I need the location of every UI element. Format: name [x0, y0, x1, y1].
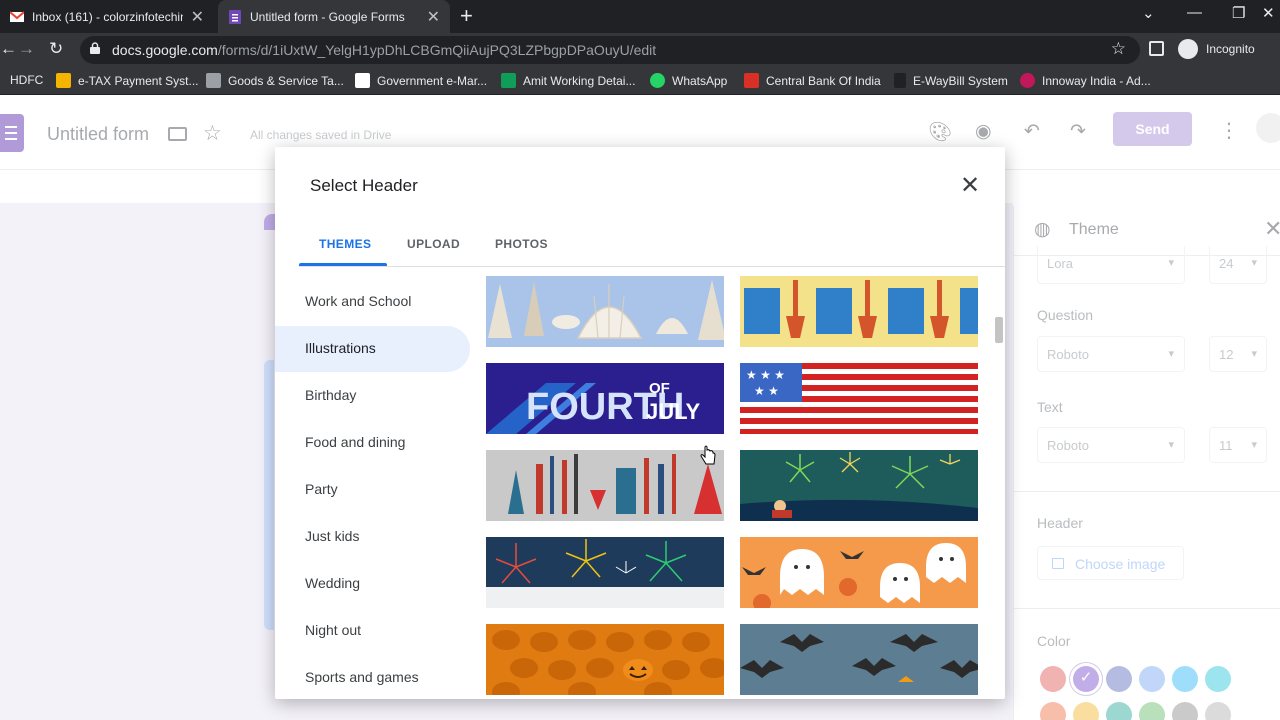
- address-bar[interactable]: docs.google.com/forms/d/1iUxtW_YelgH1ypD…: [80, 36, 1140, 64]
- header-tile-bats[interactable]: [740, 624, 978, 695]
- bookmark-ewaybill[interactable]: E-WayBill System: [894, 73, 1008, 88]
- tab-search-icon[interactable]: ⌄: [1142, 4, 1155, 22]
- bookmark-favicon: [206, 73, 221, 88]
- minimize-button[interactable]: —: [1187, 4, 1202, 21]
- url-host: docs.google.com: [112, 42, 218, 58]
- whatsapp-icon: [650, 73, 665, 88]
- tab-upload[interactable]: UPLOAD: [407, 237, 460, 251]
- tile-text-of: OF: [649, 380, 670, 397]
- tab-google-forms[interactable]: Untitled form - Google Forms ✕: [218, 0, 450, 33]
- bookmark-favicon: [56, 73, 71, 88]
- incognito-profile[interactable]: Incognito: [1178, 39, 1255, 59]
- category-sports-and-games[interactable]: Sports and games: [275, 655, 470, 699]
- category-work-and-school[interactable]: Work and School: [275, 279, 470, 325]
- header-tile-american-flag[interactable]: ★ ★ ★ ★ ★: [740, 363, 978, 434]
- bookmark-gem[interactable]: Government e-Mar...: [355, 73, 487, 88]
- tab-title: Untitled form - Google Forms: [250, 9, 405, 24]
- category-wedding[interactable]: Wedding: [275, 561, 470, 607]
- bookmark-favicon: [744, 73, 759, 88]
- header-tile-sand-buckets[interactable]: [740, 276, 978, 347]
- incognito-icon: [1178, 39, 1198, 59]
- select-header-dialog: Select Header ✕ THEMES UPLOAD PHOTOS Wor…: [275, 147, 1005, 699]
- category-birthday[interactable]: Birthday: [275, 373, 470, 419]
- category-party[interactable]: Party: [275, 467, 470, 513]
- new-tab-button[interactable]: +: [460, 3, 473, 29]
- tab-inbox[interactable]: Inbox (161) - colorzinfotechindia ✕: [0, 0, 214, 33]
- header-tile-fireworks-beach[interactable]: [740, 450, 978, 521]
- bookmark-hdfc[interactable]: HDFC: [10, 73, 43, 87]
- lock-icon: [90, 42, 100, 54]
- incognito-label: Incognito: [1206, 42, 1255, 56]
- tab-photos[interactable]: PHOTOS: [495, 237, 548, 251]
- header-tile-ghosts[interactable]: [740, 537, 978, 608]
- bookmark-star-icon[interactable]: ☆: [1111, 39, 1126, 59]
- tab-title: Inbox (161) - colorzinfotechindia: [32, 9, 183, 24]
- header-tile-pumpkins[interactable]: [486, 624, 724, 695]
- bookmark-etax[interactable]: e-TAX Payment Syst...: [56, 73, 198, 88]
- divider: [299, 266, 1005, 267]
- header-tile-firecrackers[interactable]: [486, 450, 724, 521]
- bookmark-gst[interactable]: Goods & Service Ta...: [206, 73, 344, 88]
- bookmark-innoway[interactable]: Innoway India - Ad...: [1020, 73, 1151, 88]
- back-icon[interactable]: ←: [0, 39, 17, 59]
- sidebar-panel-icon[interactable]: [1149, 41, 1164, 56]
- browser-tab-strip: Inbox (161) - colorzinfotechindia ✕ Unti…: [0, 0, 1280, 33]
- tab-themes[interactable]: THEMES: [319, 237, 371, 251]
- restore-button[interactable]: ❐: [1232, 4, 1245, 22]
- dialog-title: Select Header: [310, 176, 418, 195]
- svg-text:★ ★: ★ ★: [754, 384, 779, 398]
- close-icon[interactable]: ✕: [191, 7, 204, 27]
- hand-cursor-icon: [700, 445, 716, 465]
- url-path: /forms/d/1iUxtW_YelgH1ypDhLCBGmQiiAujPQ3…: [217, 42, 657, 58]
- category-illustrations[interactable]: Illustrations: [275, 326, 470, 372]
- bookmark-favicon: [1020, 73, 1035, 88]
- close-window-button[interactable]: ✕: [1262, 4, 1275, 22]
- bookmarks-bar: HDFC e-TAX Payment Syst... Goods & Servi…: [0, 67, 1280, 95]
- bookmark-whatsapp[interactable]: WhatsApp: [650, 73, 727, 88]
- category-just-kids[interactable]: Just kids: [275, 514, 470, 560]
- svg-text:★ ★ ★: ★ ★ ★: [746, 368, 785, 382]
- category-food-and-dining[interactable]: Food and dining: [275, 420, 470, 466]
- tile-text-july: JULY: [646, 399, 701, 424]
- reload-icon[interactable]: ↻: [49, 39, 63, 59]
- gmail-icon: [10, 10, 24, 22]
- header-tile-seashells[interactable]: [486, 276, 724, 347]
- close-icon[interactable]: ✕: [960, 171, 980, 200]
- header-tile-fourth-of-july[interactable]: FOURTH OF JULY: [486, 363, 724, 434]
- browser-toolbar: ← → ↻ docs.google.com/forms/d/1iUxtW_Yel…: [0, 33, 1280, 67]
- google-forms-icon: [229, 9, 241, 24]
- scrollbar-thumb[interactable]: [995, 317, 1003, 343]
- bookmark-favicon: [355, 73, 370, 88]
- bookmark-amit[interactable]: Amit Working Detai...: [501, 73, 635, 88]
- header-tile-fireworks-night[interactable]: [486, 537, 724, 608]
- close-icon[interactable]: ✕: [427, 7, 440, 27]
- sheets-icon: [501, 73, 516, 88]
- bookmark-favicon: [894, 73, 906, 88]
- forward-icon[interactable]: →: [18, 39, 35, 59]
- bookmark-central-bank[interactable]: Central Bank Of India: [744, 73, 881, 88]
- category-night-out[interactable]: Night out: [275, 608, 470, 654]
